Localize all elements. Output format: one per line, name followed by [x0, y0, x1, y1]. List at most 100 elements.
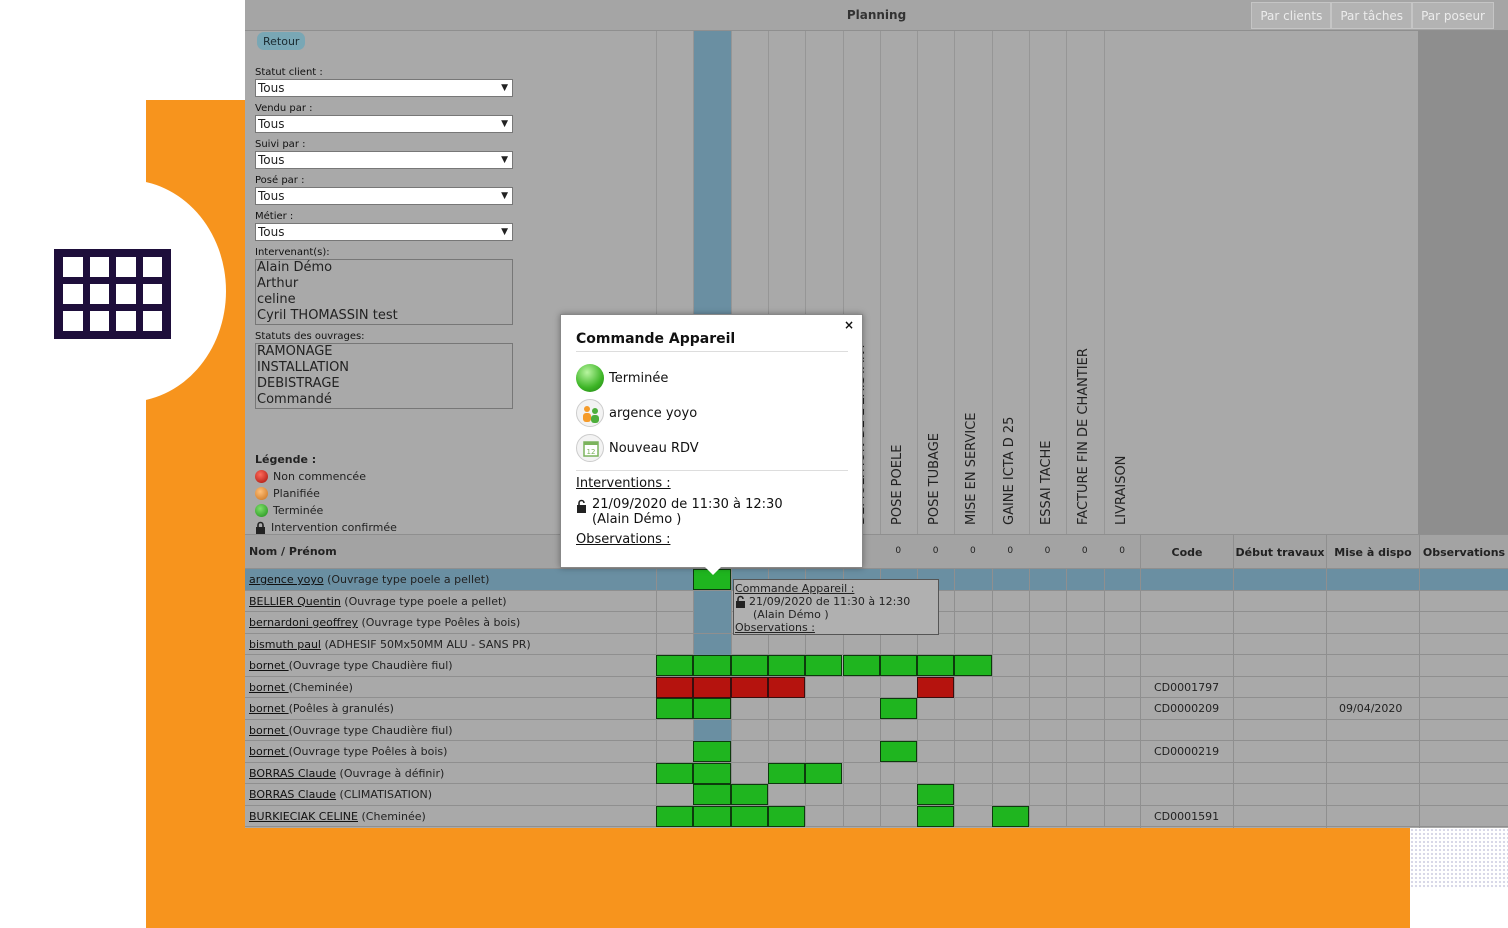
task-cell-empty[interactable] — [954, 633, 991, 655]
task-cell-done[interactable] — [879, 655, 918, 676]
task-cell-empty[interactable] — [1103, 655, 1141, 676]
task-cell-not-started[interactable] — [656, 676, 694, 698]
task-cell-done[interactable] — [917, 784, 955, 805]
task-cell-empty[interactable] — [879, 633, 917, 655]
task-cell-empty[interactable] — [805, 698, 842, 719]
task-cell-empty[interactable] — [1066, 698, 1103, 719]
task-cell-empty[interactable] — [991, 612, 1029, 633]
task-cell-empty[interactable] — [693, 633, 731, 655]
task-cell-empty[interactable] — [730, 698, 768, 719]
task-cell-empty[interactable] — [693, 612, 731, 633]
task-cell-done[interactable] — [917, 805, 955, 827]
task-cell-empty[interactable] — [954, 805, 991, 827]
filter-select-metier[interactable]: Tous ▼ — [255, 223, 513, 241]
task-cell-empty[interactable] — [805, 676, 842, 698]
filter-select-statut-client[interactable]: Tous ▼ — [255, 79, 513, 97]
popup-rdv[interactable]: 12 Nouveau RDV — [576, 434, 699, 462]
task-cell-done[interactable] — [693, 784, 731, 805]
task-cell-empty[interactable] — [1066, 590, 1103, 612]
task-cell-empty[interactable] — [917, 698, 954, 719]
task-cell-empty[interactable] — [1103, 612, 1141, 633]
task-cell-empty[interactable] — [917, 762, 954, 784]
client-link[interactable]: argence yoyo — [249, 573, 324, 586]
task-cell-empty[interactable] — [879, 784, 917, 805]
task-cell-empty[interactable] — [656, 719, 693, 741]
filter-select-pose-par[interactable]: Tous ▼ — [255, 187, 513, 205]
task-cell-done[interactable] — [693, 655, 731, 676]
task-cell-empty[interactable] — [991, 590, 1029, 612]
task-cell-done[interactable] — [767, 805, 806, 827]
task-cell-empty[interactable] — [805, 741, 842, 762]
task-cell-empty[interactable] — [767, 741, 805, 762]
task-cell-empty[interactable] — [1029, 784, 1066, 805]
task-cell-empty[interactable] — [1029, 741, 1066, 762]
task-cell-empty[interactable] — [805, 784, 842, 805]
task-cell-empty[interactable] — [1066, 762, 1103, 784]
task-cell-empty[interactable] — [656, 590, 693, 612]
task-cell-empty[interactable] — [1103, 741, 1141, 762]
task-cell-empty[interactable] — [656, 741, 693, 762]
task-cell-empty[interactable] — [842, 762, 880, 784]
list-item[interactable]: INSTALLATION — [257, 360, 512, 376]
task-cell-empty[interactable] — [842, 805, 880, 827]
task-cell-empty[interactable] — [767, 698, 805, 719]
task-cell-empty[interactable] — [1103, 590, 1141, 612]
task-cell-empty[interactable] — [730, 719, 768, 741]
filter-select-suivi-par[interactable]: Tous ▼ — [255, 151, 513, 169]
task-cell-empty[interactable] — [954, 719, 991, 741]
task-cell-done[interactable] — [991, 805, 1029, 827]
task-cell-empty[interactable] — [954, 676, 991, 698]
task-cell-empty[interactable] — [730, 741, 768, 762]
task-cell-done[interactable] — [767, 762, 806, 784]
task-cell-done[interactable] — [730, 805, 768, 827]
interventions-link[interactable]: Interventions : — [576, 476, 671, 491]
list-item[interactable]: celine — [257, 292, 512, 308]
task-cell-empty[interactable] — [879, 762, 917, 784]
task-cell-empty[interactable] — [1029, 569, 1066, 590]
task-cell-empty[interactable] — [1029, 676, 1066, 698]
client-link[interactable]: bornet — [249, 724, 289, 737]
task-cell-empty[interactable] — [805, 633, 842, 655]
task-cell-empty[interactable] — [1103, 633, 1141, 655]
task-cell-done[interactable] — [805, 762, 843, 784]
task-cell-empty[interactable] — [1103, 762, 1141, 784]
client-link[interactable]: BURKIECIAK CELINE — [249, 810, 358, 823]
tab-par-taches[interactable]: Par tâches — [1331, 2, 1413, 29]
task-cell-empty[interactable] — [954, 784, 991, 805]
task-cell-done[interactable] — [730, 784, 768, 805]
statuts-list[interactable]: RAMONAGE INSTALLATION DEBISTRAGE Command… — [255, 343, 513, 409]
task-cell-not-started[interactable] — [693, 676, 731, 698]
task-cell-empty[interactable] — [1029, 633, 1066, 655]
task-cell-empty[interactable] — [917, 633, 954, 655]
client-link[interactable]: bornet — [249, 659, 289, 672]
task-cell-empty[interactable] — [842, 633, 880, 655]
close-icon[interactable]: × — [844, 318, 854, 332]
task-cell-empty[interactable] — [767, 719, 805, 741]
list-item[interactable]: Cyril THOMASSIN test — [257, 308, 512, 324]
list-item[interactable]: Commandé — [257, 392, 512, 408]
task-cell-empty[interactable] — [1103, 719, 1141, 741]
task-cell-empty[interactable] — [1029, 590, 1066, 612]
task-cell-empty[interactable] — [1066, 784, 1103, 805]
back-button[interactable]: Retour — [257, 32, 306, 50]
task-cell-empty[interactable] — [1029, 612, 1066, 633]
task-cell-done[interactable] — [842, 655, 880, 676]
task-cell-empty[interactable] — [842, 698, 880, 719]
task-cell-done[interactable] — [693, 762, 731, 784]
task-cell-empty[interactable] — [954, 569, 991, 590]
task-cell-empty[interactable] — [693, 590, 731, 612]
task-cell-empty[interactable] — [991, 676, 1029, 698]
tab-par-poseur[interactable]: Par poseur — [1412, 2, 1494, 29]
intervenants-list[interactable]: Alain Démo Arthur celine Cyril THOMASSIN… — [255, 259, 513, 325]
task-cell-done[interactable] — [656, 805, 694, 827]
task-cell-empty[interactable] — [1066, 719, 1103, 741]
task-cell-done[interactable] — [767, 655, 806, 676]
task-cell-done[interactable] — [656, 655, 694, 676]
client-link[interactable]: BORRAS Claude — [249, 788, 336, 801]
task-cell-empty[interactable] — [991, 633, 1029, 655]
task-cell-not-started[interactable] — [730, 676, 768, 698]
task-cell-empty[interactable] — [991, 762, 1029, 784]
task-cell-done[interactable] — [879, 698, 918, 719]
client-link[interactable]: BORRAS Claude — [249, 767, 336, 780]
client-link[interactable]: bernardoni geoffrey — [249, 616, 358, 629]
